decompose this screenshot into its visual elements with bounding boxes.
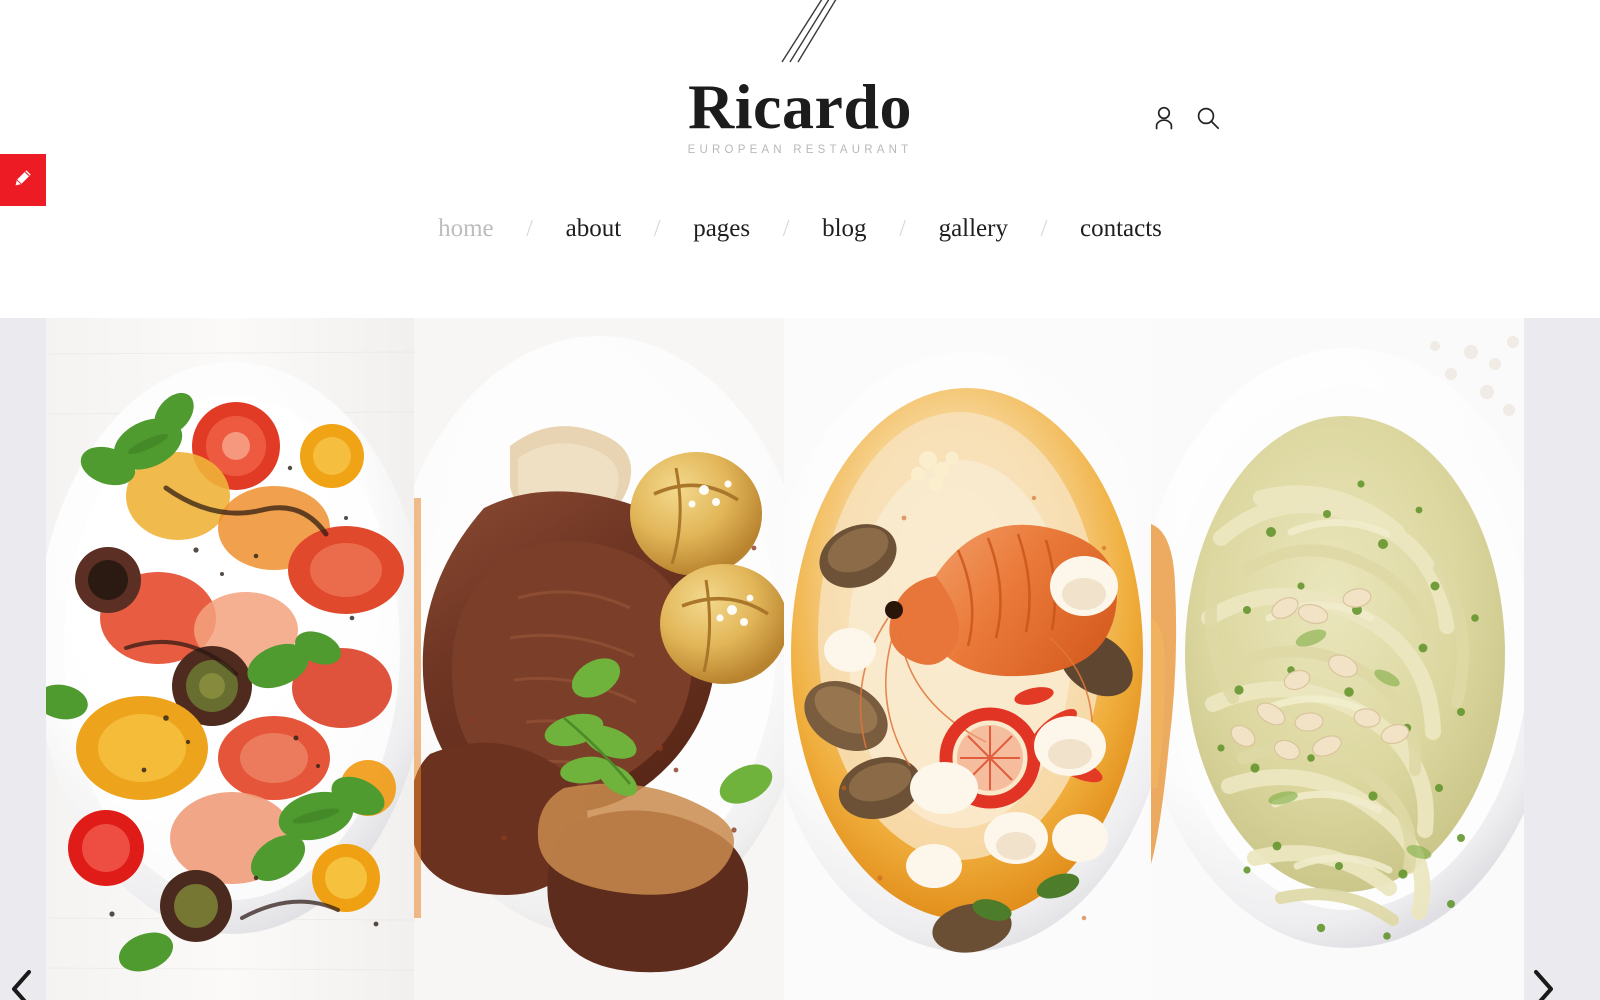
- nav-separator: /: [653, 216, 661, 242]
- nav-item-about[interactable]: about: [562, 205, 626, 253]
- header-icon-group: [1150, 102, 1222, 134]
- carousel-next-button[interactable]: [1521, 959, 1565, 1000]
- nav-separator: /: [899, 216, 906, 242]
- main-navigation: home / about / pages / blog / gallery / …: [0, 205, 1600, 253]
- nav-separator: /: [526, 216, 533, 242]
- brand-block[interactable]: Ricardo EUROPEAN RESTAURANT: [0, 71, 1600, 157]
- carousel-slide-tomato-salad[interactable]: [46, 318, 414, 1000]
- nav-separator: /: [1040, 216, 1048, 242]
- search-icon[interactable]: [1194, 102, 1222, 134]
- site-header: Ricardo EUROPEAN RESTAURANT home / about…: [0, 0, 1600, 318]
- brand-tagline: EUROPEAN RESTAURANT: [687, 144, 913, 156]
- brand-name: Ricardo: [688, 71, 912, 142]
- nav-item-blog[interactable]: blog: [818, 205, 870, 253]
- chevron-left-icon: [9, 968, 35, 1000]
- nav-separator: /: [782, 216, 790, 242]
- user-icon[interactable]: [1150, 102, 1178, 134]
- nav-item-home[interactable]: home: [434, 205, 498, 253]
- nav-item-contacts[interactable]: contacts: [1076, 205, 1166, 253]
- carousel-slide-seafood-soup[interactable]: [784, 318, 1151, 1000]
- pencil-icon: [13, 168, 33, 193]
- chevron-right-icon: [1530, 968, 1556, 1000]
- edit-template-button[interactable]: [0, 154, 46, 206]
- fork-tines-icon: [768, 0, 838, 66]
- carousel-slide-pesto-pasta[interactable]: [1151, 318, 1524, 1000]
- nav-item-pages[interactable]: pages: [689, 205, 754, 253]
- nav-item-gallery[interactable]: gallery: [935, 205, 1012, 253]
- carousel-track: [46, 318, 1524, 1000]
- carousel-slide-ribeye-steak[interactable]: [414, 318, 784, 1000]
- food-carousel[interactable]: [0, 318, 1600, 1000]
- carousel-prev-button[interactable]: [0, 959, 44, 1000]
